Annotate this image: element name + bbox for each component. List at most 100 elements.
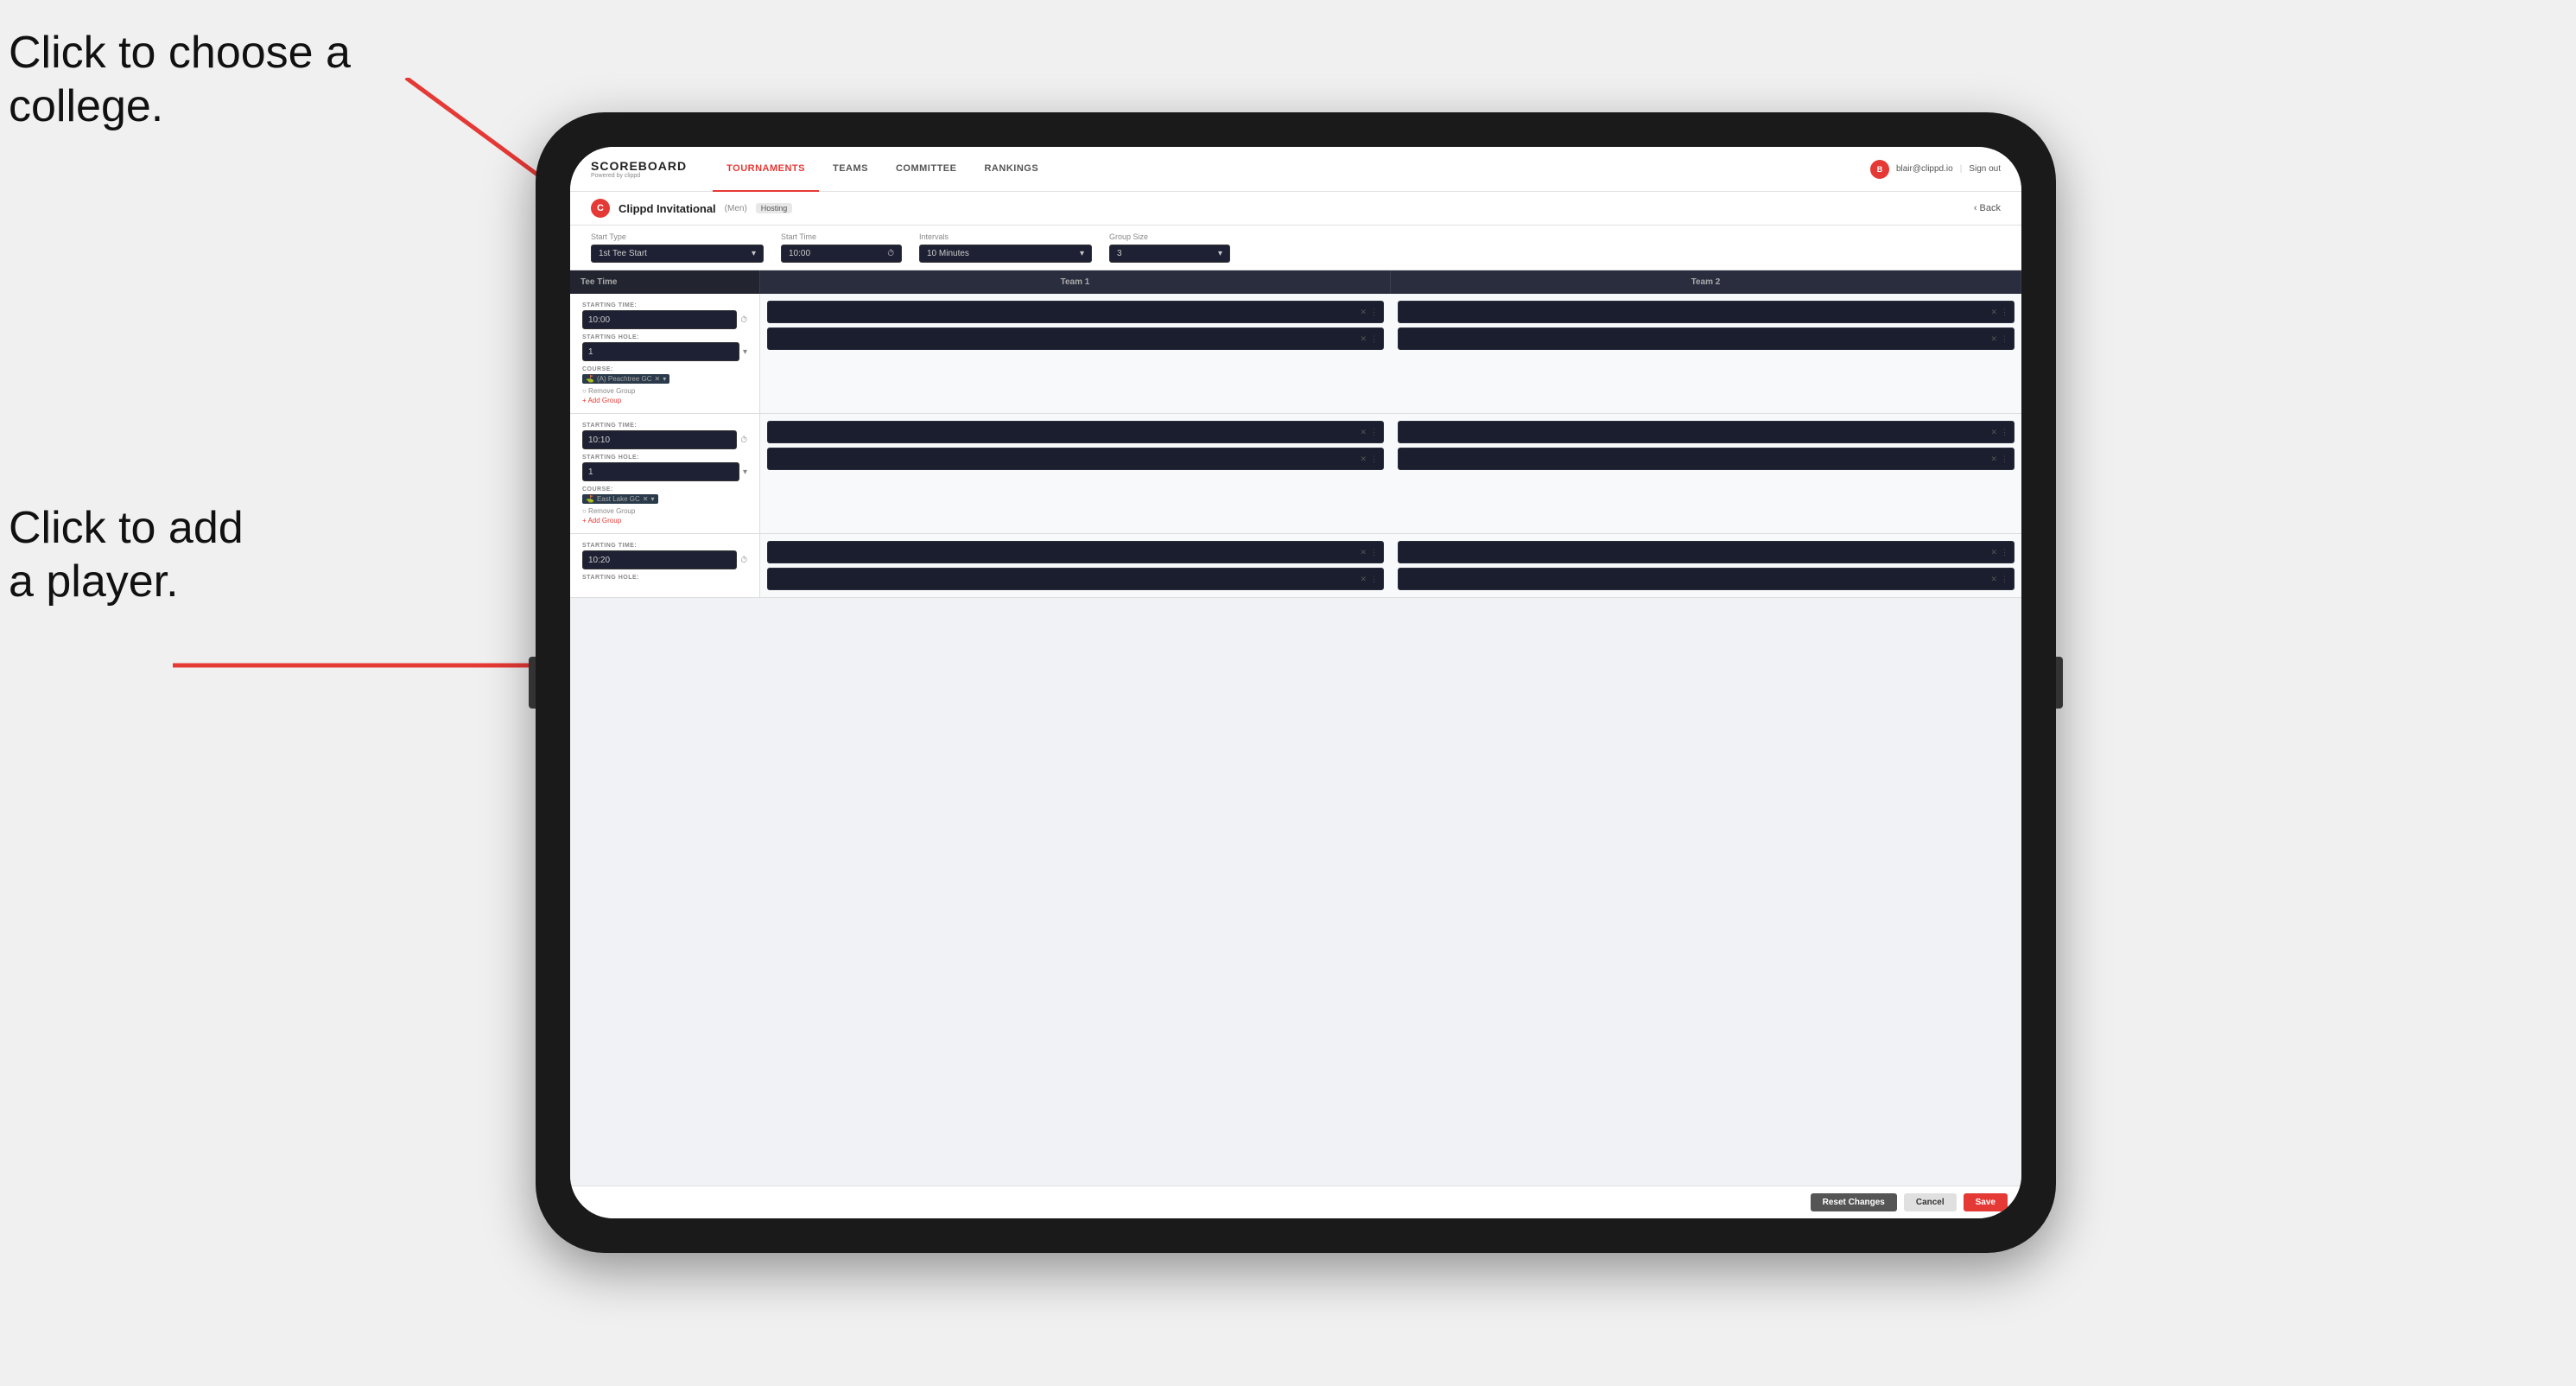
course-tag-1[interactable]: ⛳ (A) Peachtree GC ✕ ▾ xyxy=(582,374,669,384)
tab-tournaments[interactable]: TOURNAMENTS xyxy=(713,147,819,192)
chevron-course-2: ▾ xyxy=(650,495,654,503)
annotation-line4: a player. xyxy=(9,556,179,607)
group-left-3: STARTING TIME: 10:20 ⏱ STARTING HOLE: xyxy=(570,534,760,597)
main-content: STARTING TIME: 10:00 ⏱ STARTING HOLE: 1 xyxy=(570,294,2021,1186)
chevron-icon-1: ▾ xyxy=(743,347,747,357)
expand-icon-9: ⋮ xyxy=(1370,548,1378,557)
intervals-value: 10 Minutes xyxy=(927,249,969,258)
x-icon-6: ✕ xyxy=(1360,455,1367,464)
x-icon-7: ✕ xyxy=(1990,428,1997,437)
group-row-3: STARTING TIME: 10:20 ⏱ STARTING HOLE: ✕ xyxy=(570,534,2021,598)
tab-teams[interactable]: TEAMS xyxy=(819,147,882,192)
reset-button[interactable]: Reset Changes xyxy=(1811,1193,1897,1211)
remove-course-2[interactable]: ✕ xyxy=(643,495,649,503)
player-slot-1-4[interactable]: ✕ ⋮ xyxy=(1398,327,2014,350)
clock-icon-2: ⏱ xyxy=(740,436,747,445)
course-row-2: ⛳ East Lake GC ✕ ▾ xyxy=(582,494,747,504)
starting-hole-input-1[interactable]: 1 xyxy=(582,342,739,361)
player-slot-1-3[interactable]: ✕ ⋮ xyxy=(1398,301,2014,323)
group-size-value: 3 xyxy=(1117,249,1122,258)
table-header: Tee Time Team 1 Team 2 xyxy=(570,270,2021,294)
expand-icon-2: ⋮ xyxy=(1370,334,1378,344)
starting-time-row-2: 10:10 ⏱ xyxy=(582,430,747,449)
starting-time-input-2[interactable]: 10:10 xyxy=(582,430,737,449)
top-nav: SCOREBOARD Powered by clippd TOURNAMENTS… xyxy=(570,147,2021,192)
user-email: blair@clippd.io xyxy=(1896,164,1953,174)
controls-row: Start Type 1st Tee Start ▾ Start Time 10… xyxy=(570,226,2021,270)
col-team2: Team 2 xyxy=(1391,270,2021,294)
tablet-screen: SCOREBOARD Powered by clippd TOURNAMENTS… xyxy=(570,147,2021,1218)
chevron-course-1: ▾ xyxy=(663,375,666,383)
chevron-down-icon-3: ▾ xyxy=(1218,249,1222,258)
x-icon-10: ✕ xyxy=(1360,575,1367,584)
cancel-button[interactable]: Cancel xyxy=(1904,1193,1957,1211)
player-slot-1-2[interactable]: ✕ ⋮ xyxy=(767,327,1384,350)
back-button[interactable]: ‹ Back xyxy=(1974,203,2001,213)
starting-hole-label-1: STARTING HOLE: xyxy=(582,334,747,340)
player-slot-2-2[interactable]: ✕ ⋮ xyxy=(767,448,1384,470)
x-icon-1: ✕ xyxy=(1360,308,1367,317)
course-tag-2[interactable]: ⛳ East Lake GC ✕ ▾ xyxy=(582,494,658,504)
page-logo: C xyxy=(591,199,610,218)
chevron-down-icon-2: ▾ xyxy=(1080,249,1084,258)
start-type-group: Start Type 1st Tee Start ▾ xyxy=(591,232,764,263)
intervals-select[interactable]: 10 Minutes ▾ xyxy=(919,245,1092,263)
back-label: Back xyxy=(1980,203,2001,213)
x-icon-11: ✕ xyxy=(1990,548,1997,557)
starting-hole-label-3: STARTING HOLE: xyxy=(582,575,747,581)
intervals-group: Intervals 10 Minutes ▾ xyxy=(919,232,1092,263)
tab-rankings[interactable]: RANKINGS xyxy=(970,147,1052,192)
group-left-2: STARTING TIME: 10:10 ⏱ STARTING HOLE: 1 xyxy=(570,414,760,533)
user-avatar: B xyxy=(1870,160,1889,179)
remove-group-1[interactable]: ○ Remove Group xyxy=(582,387,747,395)
sign-out-link[interactable]: Sign out xyxy=(1969,164,2001,174)
x-icon-9: ✕ xyxy=(1360,548,1367,557)
flag-icon-2: ⛳ xyxy=(586,495,594,503)
logo-main: SCOREBOARD xyxy=(591,159,687,173)
add-group-2[interactable]: + Add Group xyxy=(582,517,747,525)
flag-icon-1: ⛳ xyxy=(586,375,594,383)
expand-icon-12: ⋮ xyxy=(2001,575,2008,584)
expand-icon-5: ⋮ xyxy=(1370,428,1378,437)
course-row-1: ⛳ (A) Peachtree GC ✕ ▾ xyxy=(582,374,747,384)
chevron-icon-2: ▾ xyxy=(743,467,747,477)
page-badge: Hosting xyxy=(756,203,793,213)
remove-course-1[interactable]: ✕ xyxy=(655,375,661,383)
start-type-label: Start Type xyxy=(591,232,764,241)
player-slot-1-1[interactable]: ✕ ⋮ xyxy=(767,301,1384,323)
player-slot-3-1[interactable]: ✕ ⋮ xyxy=(767,541,1384,563)
app: SCOREBOARD Powered by clippd TOURNAMENTS… xyxy=(570,147,2021,1218)
starting-time-input-3[interactable]: 10:20 xyxy=(582,550,737,569)
player-slot-2-4[interactable]: ✕ ⋮ xyxy=(1398,448,2014,470)
start-type-select[interactable]: 1st Tee Start ▾ xyxy=(591,245,764,263)
add-group-1[interactable]: + Add Group xyxy=(582,397,747,404)
group-row-2: STARTING TIME: 10:10 ⏱ STARTING HOLE: 1 xyxy=(570,414,2021,534)
tab-committee[interactable]: COMMITTEE xyxy=(882,147,971,192)
starting-time-row-3: 10:20 ⏱ xyxy=(582,550,747,569)
starting-time-label-3: STARTING TIME: xyxy=(582,543,747,549)
action-links-2: ○ Remove Group + Add Group xyxy=(582,507,747,525)
intervals-label: Intervals xyxy=(919,232,1092,241)
save-button[interactable]: Save xyxy=(1964,1193,2008,1211)
page-title-row: C Clippd Invitational (Men) Hosting xyxy=(591,199,792,218)
expand-icon-10: ⋮ xyxy=(1370,575,1378,584)
player-slot-3-3[interactable]: ✕ ⋮ xyxy=(1398,541,2014,563)
expand-icon-7: ⋮ xyxy=(2001,428,2008,437)
player-slot-3-4[interactable]: ✕ ⋮ xyxy=(1398,568,2014,590)
annotation-line1: Click to choose a xyxy=(9,28,351,78)
starting-hole-row-1: 1 ▾ xyxy=(582,342,747,361)
x-icon-12: ✕ xyxy=(1990,575,1997,584)
starting-hole-input-2[interactable]: 1 xyxy=(582,462,739,481)
starting-time-input-1[interactable]: 10:00 xyxy=(582,310,737,329)
group-size-select[interactable]: 3 ▾ xyxy=(1109,245,1230,263)
group-right-3: ✕ ⋮ ✕ ⋮ xyxy=(1391,534,2021,597)
side-handle-left xyxy=(529,657,536,709)
start-time-select[interactable]: 10:00 ⏱ xyxy=(781,245,902,263)
player-slot-3-2[interactable]: ✕ ⋮ xyxy=(767,568,1384,590)
player-slot-2-1[interactable]: ✕ ⋮ xyxy=(767,421,1384,443)
starting-time-label-2: STARTING TIME: xyxy=(582,423,747,429)
start-time-group: Start Time 10:00 ⏱ xyxy=(781,232,902,263)
remove-group-2[interactable]: ○ Remove Group xyxy=(582,507,747,515)
player-slot-2-3[interactable]: ✕ ⋮ xyxy=(1398,421,2014,443)
annotation-line3: Click to add xyxy=(9,503,244,553)
